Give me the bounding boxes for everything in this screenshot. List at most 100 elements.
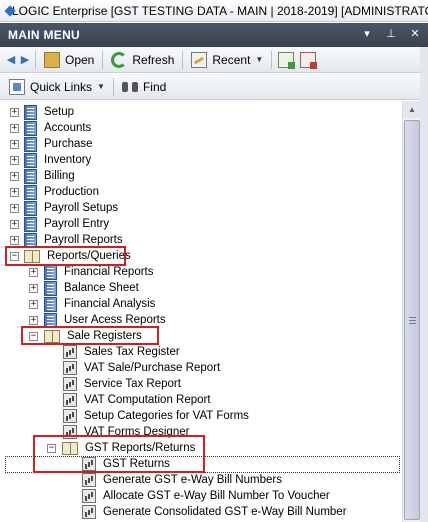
quick-links-icon	[9, 78, 25, 95]
open-label: Open	[65, 52, 95, 67]
module-icon	[44, 312, 57, 328]
tree-item-gst-returns[interactable]: GST Returns	[82, 456, 170, 472]
close-icon[interactable]: ✕	[408, 26, 422, 42]
tree-item-financial-reports[interactable]: + Financial Reports	[0, 264, 153, 280]
expand-icon[interactable]: +	[10, 124, 19, 133]
dropdown-arrow-icon[interactable]: ▾	[360, 26, 374, 42]
module-icon	[24, 200, 37, 216]
tree-item-financial-analysis[interactable]: + Financial Analysis	[0, 296, 155, 312]
recent-icon	[191, 51, 208, 68]
expand-icon[interactable]: +	[10, 172, 19, 181]
tree-item-setup[interactable]: + Setup	[0, 104, 74, 120]
tree-item-label: Financial Reports	[64, 266, 154, 278]
tree-item-user-acess-reports[interactable]: + User Acess Reports	[0, 312, 166, 328]
tree-item-label: Payroll Entry	[44, 218, 110, 230]
module-icon	[24, 216, 37, 232]
tree-item-sales-tax-register[interactable]: Sales Tax Register	[63, 344, 180, 360]
open-icon	[44, 51, 60, 68]
toolbar-separator	[112, 77, 114, 96]
module-icon	[44, 280, 57, 296]
vertical-scrollbar[interactable]: ▲	[402, 101, 421, 522]
window-title: LOGIC Enterprise [GST TESTING DATA - MAI…	[12, 3, 428, 18]
tree-item-reports-queries[interactable]: − Reports/Queries	[0, 248, 131, 264]
expand-icon[interactable]: +	[29, 284, 38, 293]
module-icon	[24, 152, 37, 168]
tree-item-label: Sales Tax Register	[84, 346, 180, 358]
recent-button[interactable]: Recent ▼	[186, 49, 268, 71]
report-icon	[63, 409, 77, 423]
tree-item-payroll-entry[interactable]: + Payroll Entry	[0, 216, 109, 232]
tree-item-payroll-reports[interactable]: + Payroll Reports	[0, 232, 123, 248]
tree-item-inventory[interactable]: + Inventory	[0, 152, 91, 168]
tree-item-production[interactable]: + Production	[0, 184, 99, 200]
add-favorite-icon[interactable]	[278, 51, 296, 69]
chevron-down-icon: ▼	[97, 82, 105, 91]
tree-item-label: Accounts	[44, 122, 92, 134]
tree-item-billing[interactable]: + Billing	[0, 168, 75, 184]
report-icon	[63, 377, 77, 391]
module-icon	[24, 136, 37, 152]
scroll-up-icon[interactable]: ▲	[403, 101, 421, 118]
open-book-icon	[44, 329, 60, 343]
tree-item-label: GST Reports/Returns	[85, 442, 196, 454]
back-arrow-icon[interactable]: ◀	[4, 49, 18, 71]
tree-item-sale-registers[interactable]: − Sale Registers	[0, 328, 142, 344]
forward-arrow-icon[interactable]: ▶	[18, 49, 32, 71]
tree-item-label: User Acess Reports	[64, 314, 166, 326]
tree-item-payroll-setups[interactable]: + Payroll Setups	[0, 200, 118, 216]
quick-links-button[interactable]: Quick Links ▼	[4, 76, 110, 98]
tree-item-label: VAT Computation Report	[84, 394, 211, 406]
expand-icon[interactable]: +	[10, 204, 19, 213]
expand-icon[interactable]: +	[29, 316, 38, 325]
module-icon	[44, 264, 57, 280]
tree-item-label: Production	[44, 186, 99, 198]
expand-icon[interactable]: +	[10, 220, 19, 229]
tree-item-service-tax-report[interactable]: Service Tax Report	[63, 376, 181, 392]
tree-item-generate-consolidated-eway[interactable]: Generate Consolidated GST e-Way Bill Num…	[82, 504, 347, 520]
remove-favorite-icon[interactable]	[300, 51, 318, 69]
report-icon	[82, 457, 96, 471]
toolbar-separator	[35, 50, 36, 69]
tree-item-label: VAT Forms Designer	[84, 426, 190, 438]
find-button[interactable]: Find	[117, 76, 171, 98]
tree-item-vat-sale-purchase-report[interactable]: VAT Sale/Purchase Report	[63, 360, 220, 376]
main-menu-tree: + Setup + Accounts + Purchase + Inventor…	[0, 101, 402, 522]
tree-item-label: Purchase	[44, 138, 93, 150]
tree-item-setup-categories-vat-forms[interactable]: Setup Categories for VAT Forms	[63, 408, 249, 424]
scrollbar-thumb[interactable]	[404, 120, 420, 520]
main-menu-header: MAIN MENU ▾ ⊥ ✕	[0, 23, 428, 47]
expand-icon[interactable]: +	[29, 268, 38, 277]
tree-item-gst-reports-returns[interactable]: − GST Reports/Returns	[0, 440, 195, 456]
focus-rectangle	[5, 456, 400, 473]
report-icon	[63, 361, 77, 375]
collapse-icon[interactable]: −	[29, 332, 38, 341]
main-toolbar: ◀ ▶ Open Refresh Recent ▼	[0, 47, 428, 73]
refresh-button[interactable]: Refresh	[106, 49, 179, 71]
tree-item-vat-forms-designer[interactable]: VAT Forms Designer	[63, 424, 189, 440]
open-button[interactable]: Open	[39, 49, 99, 71]
tree-item-purchase[interactable]: + Purchase	[0, 136, 93, 152]
tree-item-label: Billing	[44, 170, 75, 182]
toolbar-separator	[182, 50, 184, 69]
tree-item-accounts[interactable]: + Accounts	[0, 120, 91, 136]
collapse-icon[interactable]: −	[10, 252, 19, 261]
expand-icon[interactable]: +	[10, 156, 19, 165]
recent-label: Recent	[212, 52, 251, 67]
expand-icon[interactable]: +	[10, 108, 19, 117]
expand-icon[interactable]: +	[10, 188, 19, 197]
expand-icon[interactable]: +	[29, 300, 38, 309]
tree-item-balance-sheet[interactable]: + Balance Sheet	[0, 280, 139, 296]
tree-item-label: Balance Sheet	[64, 282, 139, 294]
pin-icon[interactable]: ⊥	[384, 26, 398, 42]
chevron-down-icon: ▼	[255, 55, 264, 64]
expand-icon[interactable]: +	[10, 140, 19, 149]
report-icon	[82, 473, 96, 487]
collapse-icon[interactable]: −	[47, 444, 56, 453]
tree-item-generate-eway-bill-numbers[interactable]: Generate GST e-Way Bill Numbers	[82, 472, 282, 488]
tree-item-label: Setup	[44, 106, 75, 118]
secondary-toolbar: Quick Links ▼ Find	[0, 74, 428, 100]
tree-item-allocate-eway-bill-number[interactable]: Allocate GST e-Way Bill Number To Vouche…	[82, 488, 330, 504]
expand-icon[interactable]: +	[10, 236, 19, 245]
tree-item-vat-computation-report[interactable]: VAT Computation Report	[63, 392, 211, 408]
main-menu-title: MAIN MENU	[8, 28, 81, 42]
